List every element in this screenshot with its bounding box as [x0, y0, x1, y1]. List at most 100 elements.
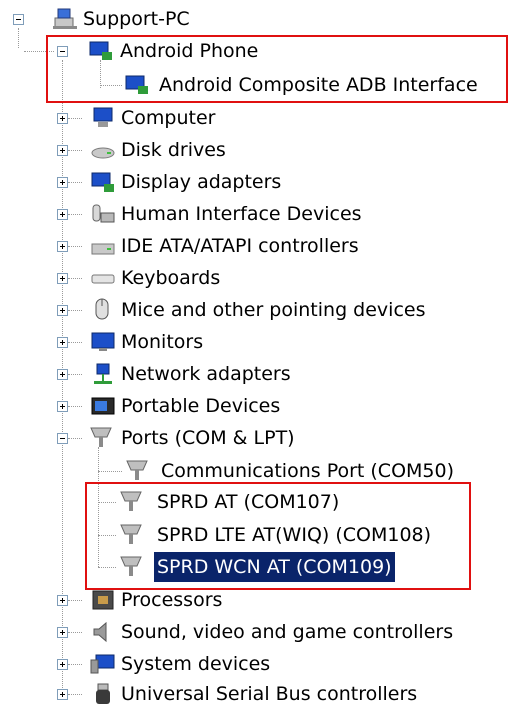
expand-toggle[interactable]	[57, 177, 68, 188]
tree-line	[68, 342, 82, 343]
processor-icon	[92, 590, 114, 610]
tree-item-root[interactable]: Support-PC	[0, 4, 512, 34]
expand-toggle[interactable]	[57, 337, 68, 348]
collapse-toggle[interactable]	[57, 46, 68, 57]
tree-item-processors[interactable]: Processors	[0, 585, 512, 615]
network-adapter-icon	[94, 363, 112, 384]
ide-controller-icon	[91, 243, 115, 255]
port-icon	[90, 427, 112, 447]
collapse-toggle[interactable]	[57, 433, 68, 444]
tree-item-system-devices[interactable]: System devices	[0, 649, 512, 679]
tree-item-adb-interface[interactable]: Android Composite ADB Interface	[0, 70, 512, 100]
tree-item-label: Communications Port (COM50)	[161, 460, 455, 482]
tree-item-display-adapters[interactable]: Display adapters	[0, 167, 512, 197]
tree-item-disk-drives[interactable]: Disk drives	[0, 135, 512, 165]
tree-item-network-adapters[interactable]: Network adapters	[0, 359, 512, 389]
tree-item-ide-controllers[interactable]: IDE ATA/ATAPI controllers	[0, 231, 512, 261]
tree-item-label: Monitors	[121, 331, 204, 353]
tree-item-keyboards[interactable]: Keyboards	[0, 263, 512, 293]
expand-toggle[interactable]	[57, 145, 68, 156]
tree-line	[98, 502, 116, 503]
tree-item-label: SPRD LTE AT(WIQ) (COM108)	[157, 524, 432, 546]
usb-icon	[96, 683, 110, 704]
tree-item-android-phone[interactable]: Android Phone	[0, 36, 512, 66]
computer-icon	[93, 107, 113, 127]
tree-item-sound[interactable]: Sound, video and game controllers	[0, 617, 512, 647]
tree-item-com109[interactable]: SPRD WCN AT (COM109)	[0, 552, 512, 582]
tree-line	[68, 214, 82, 215]
tree-item-label: System devices	[121, 653, 271, 675]
mouse-icon	[95, 298, 109, 320]
port-icon	[120, 556, 142, 576]
tree-line	[68, 310, 82, 311]
tree-item-label: Sound, video and game controllers	[121, 621, 454, 643]
tree-item-mice[interactable]: Mice and other pointing devices	[0, 295, 512, 325]
port-icon	[120, 491, 142, 511]
speaker-icon	[93, 621, 107, 643]
adb-device-icon	[125, 75, 148, 94]
expand-toggle[interactable]	[57, 369, 68, 380]
expand-toggle[interactable]	[57, 659, 68, 670]
port-icon	[126, 460, 148, 480]
expand-toggle[interactable]	[57, 401, 68, 412]
collapse-toggle[interactable]	[13, 14, 24, 25]
keyboard-icon	[91, 274, 115, 284]
tree-line	[68, 632, 82, 633]
tree-item-label: SPRD AT (COM107)	[157, 491, 340, 513]
monitor-icon	[91, 332, 115, 351]
expand-toggle[interactable]	[57, 273, 68, 284]
system-devices-icon	[90, 654, 115, 674]
tree-item-label: IDE ATA/ATAPI controllers	[121, 235, 359, 257]
tree-item-label: Mice and other pointing devices	[121, 299, 426, 321]
tree-line	[100, 85, 122, 86]
display-adapter-icon	[91, 172, 114, 192]
tree-item-portable-devices[interactable]: Portable Devices	[0, 391, 512, 421]
tree-item-label: Keyboards	[121, 267, 221, 289]
tree-item-com50[interactable]: Communications Port (COM50)	[0, 456, 512, 486]
tree-item-label: Android Composite ADB Interface	[159, 74, 478, 96]
expand-toggle[interactable]	[57, 209, 68, 220]
tree-item-label: Human Interface Devices	[121, 203, 362, 225]
tree-item-label: Universal Serial Bus controllers	[121, 683, 418, 705]
tree-line	[98, 535, 116, 536]
tree-item-ports[interactable]: Ports (COM & LPT)	[0, 423, 512, 453]
tree-line	[68, 150, 82, 151]
tree-line	[68, 664, 82, 665]
tree-item-com108[interactable]: SPRD LTE AT(WIQ) (COM108)	[0, 520, 512, 550]
tree-line	[24, 51, 54, 52]
tree-item-label: Computer	[121, 107, 216, 129]
tree-item-label: Processors	[121, 589, 223, 611]
hid-icon	[92, 204, 115, 223]
expand-toggle[interactable]	[57, 305, 68, 316]
tree-item-com107[interactable]: SPRD AT (COM107)	[0, 487, 512, 517]
tree-line	[68, 182, 82, 183]
expand-toggle[interactable]	[57, 627, 68, 638]
tree-item-label: Disk drives	[121, 139, 226, 161]
tree-line	[68, 694, 82, 695]
computer-network-icon	[53, 8, 77, 29]
tree-item-usb[interactable]: Universal Serial Bus controllers	[0, 679, 512, 709]
tree-line	[68, 118, 82, 119]
tree-item-label: Android Phone	[120, 40, 259, 62]
disk-drive-icon	[91, 147, 115, 159]
tree-item-label: Network adapters	[121, 363, 291, 385]
tree-item-label: Support-PC	[83, 8, 190, 30]
expand-toggle[interactable]	[57, 241, 68, 252]
tree-item-computer[interactable]: Computer	[0, 103, 512, 133]
expand-toggle[interactable]	[57, 595, 68, 606]
tree-line	[68, 246, 82, 247]
port-icon	[120, 524, 142, 544]
tree-item-hid[interactable]: Human Interface Devices	[0, 199, 512, 229]
portable-device-icon	[91, 397, 115, 415]
tree-line	[68, 406, 82, 407]
tree-line	[68, 438, 82, 439]
tree-line	[68, 278, 82, 279]
tree-line	[68, 600, 82, 601]
tree-item-label: Portable Devices	[121, 395, 281, 417]
expand-toggle[interactable]	[57, 113, 68, 124]
tree-item-monitors[interactable]: Monitors	[0, 327, 512, 357]
tree-line	[98, 567, 116, 568]
expand-toggle[interactable]	[57, 689, 68, 700]
tree-line	[98, 471, 122, 472]
tree-item-label: Display adapters	[121, 171, 282, 193]
